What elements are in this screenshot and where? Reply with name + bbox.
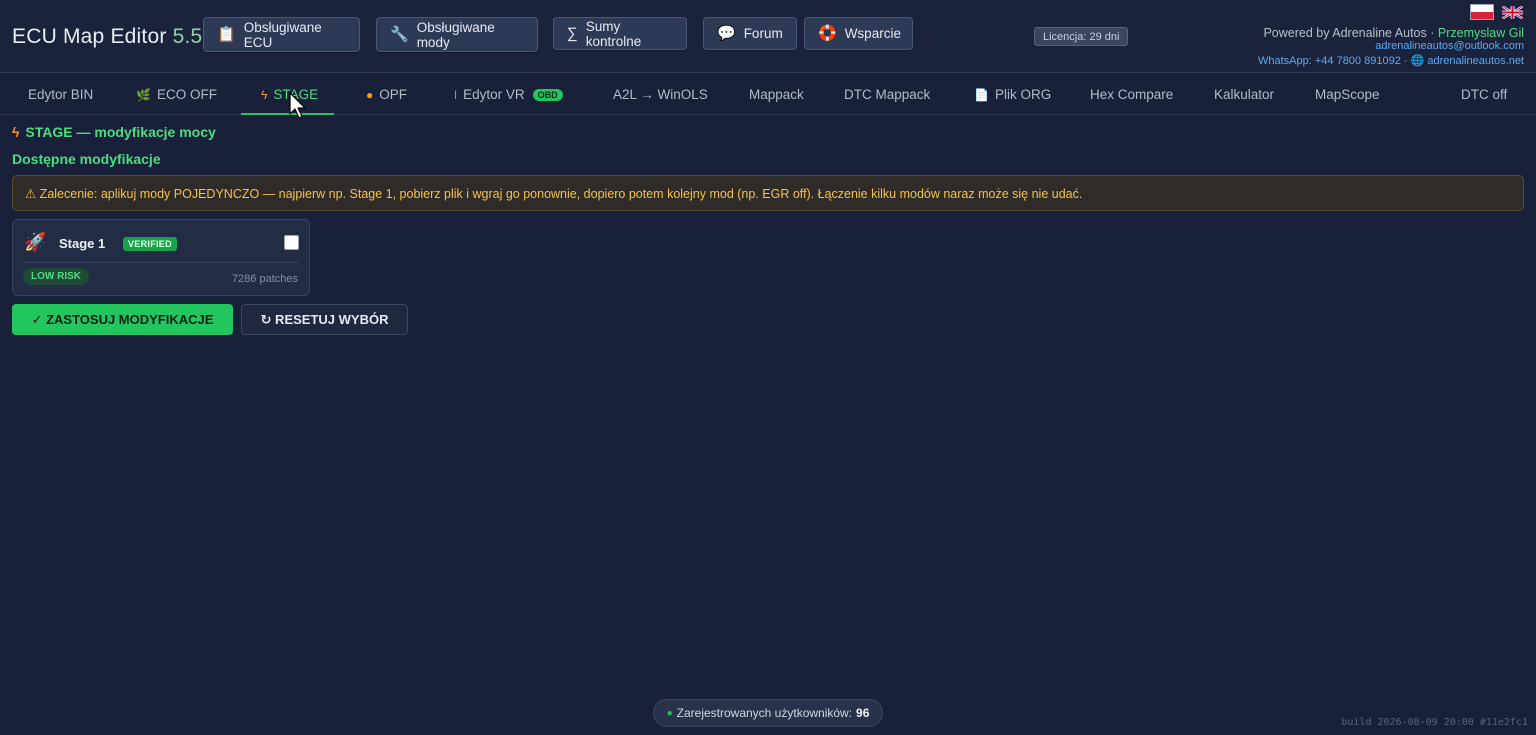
tab-plik-org[interactable]: 📄 Plik ORG bbox=[974, 74, 1051, 115]
uk-flag-icon[interactable] bbox=[1502, 6, 1523, 19]
tab-dtc-off[interactable]: DTC off bbox=[1461, 74, 1507, 115]
tab-a2l-winols[interactable]: A2L → WinOLS bbox=[613, 74, 708, 115]
mouse-cursor-icon bbox=[289, 92, 306, 119]
polish-flag-icon[interactable] bbox=[1470, 4, 1494, 20]
registered-users-pill: ● Zarejestrowanych użytkowników: 96 bbox=[653, 699, 883, 727]
tab-bar: Edytor BIN 🌿 ECO OFF ϟ STAGE ● OPF ǀ Edy… bbox=[0, 74, 1536, 115]
checksums-button[interactable]: ∑ Sumy kontrolne bbox=[553, 17, 687, 50]
license-badge: Licencja: 29 dni bbox=[1034, 27, 1129, 46]
support-button[interactable]: 🛟 Wsparcie bbox=[804, 17, 913, 50]
app-version: 5.5 bbox=[172, 25, 203, 48]
mod-name: Stage 1 bbox=[59, 236, 106, 251]
rocket-icon: 🚀 bbox=[24, 232, 47, 252]
verified-badge: VERIFIED bbox=[123, 237, 177, 251]
tab-hex-compare[interactable]: Hex Compare bbox=[1090, 74, 1173, 115]
speech-bubble-icon: 💬 bbox=[717, 25, 736, 42]
obd-badge: OBD bbox=[532, 88, 563, 101]
app-header: ECU Map Editor 5.5 📋 Obsługiwane ECU 🔧 O… bbox=[0, 0, 1536, 73]
document-icon: 📄 bbox=[974, 87, 989, 102]
forum-button[interactable]: 💬 Forum bbox=[703, 17, 797, 50]
reset-selection-button[interactable]: ↻ RESETUJ WYBÓR bbox=[241, 304, 408, 335]
whatsapp-link[interactable]: WhatsApp: +44 7800 891092 · bbox=[1258, 55, 1411, 67]
powered-by: Powered by Adrenaline Autos · Przemyslaw… bbox=[1263, 26, 1524, 40]
apply-mods-button[interactable]: ✓ ZASTOSUJ MODYFIKACJE bbox=[12, 304, 233, 335]
build-info: build 2026-08-09 20:00 #11e2fc1 bbox=[1341, 717, 1528, 728]
lifebuoy-icon: 🛟 bbox=[818, 25, 837, 42]
tab-dtc-mappack[interactable]: DTC Mappack bbox=[844, 74, 930, 115]
section-title: ϟ STAGE — modyfikacje mocy bbox=[12, 124, 216, 140]
clipboard-icon: 📋 bbox=[217, 26, 236, 43]
wrench-icon: 🔧 bbox=[390, 26, 409, 43]
available-mods-heading: Dostępne modyfikacje bbox=[12, 151, 161, 167]
mod-card-stage1[interactable]: 🚀 Stage 1 VERIFIED LOW RISK 7286 patches bbox=[12, 219, 310, 296]
drop-icon: ● bbox=[366, 87, 374, 102]
users-count: 96 bbox=[856, 706, 870, 720]
website-link[interactable]: adrenalineautos.net bbox=[1427, 55, 1524, 67]
tab-mapscope[interactable]: MapScope bbox=[1315, 74, 1380, 115]
app-title: ECU Map Editor 5.5 bbox=[12, 25, 203, 48]
contact-line: WhatsApp: +44 7800 891092 · 🌐 adrenaline… bbox=[1258, 54, 1524, 67]
risk-badge: LOW RISK bbox=[23, 268, 89, 285]
tab-kalkulator[interactable]: Kalkulator bbox=[1214, 74, 1274, 115]
online-dot-icon: ● bbox=[666, 707, 673, 719]
email-link[interactable]: adrenalineautos@outlook.com bbox=[1375, 40, 1524, 52]
mod-checkbox[interactable] bbox=[284, 235, 299, 250]
globe-icon: 🌐 bbox=[1410, 55, 1425, 67]
bolt-icon: ϟ bbox=[261, 87, 268, 102]
supported-mods-button[interactable]: 🔧 Obsługiwane mody bbox=[376, 17, 538, 52]
tab-mappack[interactable]: Mappack bbox=[749, 74, 804, 115]
tab-edytor-bin[interactable]: Edytor BIN bbox=[28, 74, 93, 115]
patch-count: 7286 patches bbox=[231, 273, 298, 285]
sigma-icon: ∑ bbox=[567, 25, 578, 42]
tab-stage[interactable]: ϟ STAGE bbox=[241, 74, 335, 115]
pin-icon: ǀ bbox=[454, 87, 458, 102]
leaf-icon: 🌿 bbox=[136, 87, 151, 102]
supported-ecu-button[interactable]: 📋 Obsługiwane ECU bbox=[203, 17, 360, 52]
card-divider bbox=[23, 262, 299, 263]
bolt-icon: ϟ bbox=[12, 124, 20, 140]
tab-opf[interactable]: ● OPF bbox=[366, 74, 407, 115]
warning-banner: ⚠ Zalecenie: aplikuj mody POJEDYNCZO — n… bbox=[12, 175, 1524, 211]
tab-edytor-vr[interactable]: ǀ Edytor VR OBD bbox=[454, 74, 563, 115]
tab-eco-off[interactable]: 🌿 ECO OFF bbox=[136, 74, 217, 115]
owner-name: Przemyslaw Gil bbox=[1437, 26, 1524, 40]
